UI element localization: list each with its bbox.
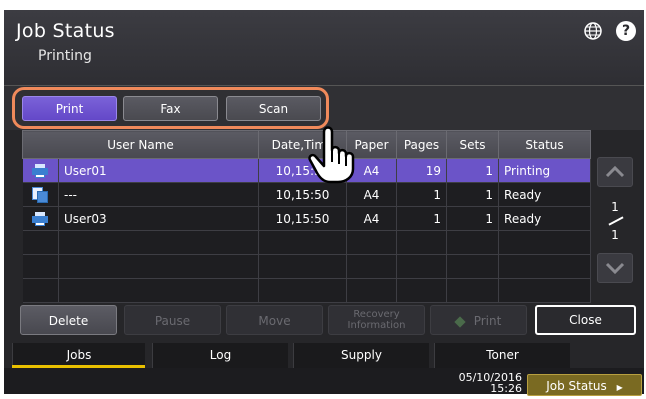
tab-toner[interactable]: Toner <box>434 343 570 368</box>
close-button[interactable]: Close <box>535 305 636 335</box>
print-button[interactable]: Print <box>430 305 527 335</box>
copy-icon <box>32 186 49 203</box>
status-subtitle: Printing <box>38 48 92 64</box>
page-indicator: 1 1 <box>598 198 632 248</box>
paper-cell: A4 <box>346 206 398 231</box>
diamond-icon <box>454 315 466 328</box>
status-time: 15:26 <box>490 382 522 395</box>
column-header-status: Status <box>498 130 592 159</box>
page-separator <box>608 216 624 226</box>
pages-cell: 1 <box>396 206 448 231</box>
paper-cell: A4 <box>346 182 398 207</box>
date-time-cell: 10,15:50 <box>258 182 348 207</box>
sets-cell: 1 <box>446 206 500 231</box>
user-name-cell: User03 <box>58 206 260 231</box>
move-button[interactable]: Move <box>226 305 323 335</box>
help-button[interactable]: ? <box>616 21 636 41</box>
user-name-cell: --- <box>58 182 260 207</box>
date-time-cell: 10,15:50 <box>258 206 348 231</box>
status-cell: Printing <box>498 158 592 183</box>
pointing-hand-icon <box>308 126 355 184</box>
scroll-up-button[interactable] <box>597 157 633 187</box>
pause-button[interactable]: Pause <box>124 305 221 335</box>
recovery-label-line2: Information <box>347 320 406 331</box>
column-header-user-name: User Name <box>21 130 260 159</box>
empty-row <box>22 278 592 303</box>
sets-cell: 1 <box>446 158 500 183</box>
arrow-right-icon: ▶ <box>616 383 623 392</box>
callout-highlight <box>12 87 329 129</box>
recovery-information-button[interactable]: Recovery Information <box>328 305 425 335</box>
date-time-display: 05/10/2016 15:26 <box>452 372 522 394</box>
status-cell: Ready <box>498 182 592 207</box>
delete-button[interactable]: Delete <box>20 305 117 335</box>
job-status-button[interactable]: Job Status ▶ <box>527 374 642 396</box>
printer-icon <box>32 211 49 226</box>
status-cell: Ready <box>498 206 592 231</box>
job-type-cell <box>22 206 59 231</box>
table-row[interactable]: User03 10,15:50 A4 1 1 Ready <box>22 206 592 231</box>
pages-cell: 1 <box>396 182 448 207</box>
sets-cell: 1 <box>446 182 500 207</box>
print-button-label: Print <box>473 314 502 328</box>
tab-supply[interactable]: Supply <box>293 343 429 368</box>
chevron-down-icon <box>605 262 625 275</box>
job-type-cell <box>22 182 59 207</box>
chevron-up-icon <box>605 165 625 178</box>
column-header-pages: Pages <box>396 130 448 159</box>
table-row[interactable]: --- 10,15:50 A4 1 1 Ready <box>22 182 592 207</box>
job-status-button-label: Job Status <box>546 379 607 393</box>
printer-icon <box>32 163 49 178</box>
column-header-sets: Sets <box>446 130 500 159</box>
empty-row <box>22 230 592 255</box>
page-title: Job Status <box>16 20 115 42</box>
job-type-cell <box>22 158 59 183</box>
globe-icon[interactable] <box>584 22 602 40</box>
empty-row <box>22 254 592 279</box>
recovery-label-line1: Recovery <box>353 309 400 320</box>
tab-log[interactable]: Log <box>152 343 288 368</box>
user-name-cell: User01 <box>58 158 260 183</box>
current-page: 1 <box>611 200 619 214</box>
scroll-down-button[interactable] <box>597 253 633 283</box>
pages-cell: 19 <box>396 158 448 183</box>
total-pages: 1 <box>611 228 619 242</box>
